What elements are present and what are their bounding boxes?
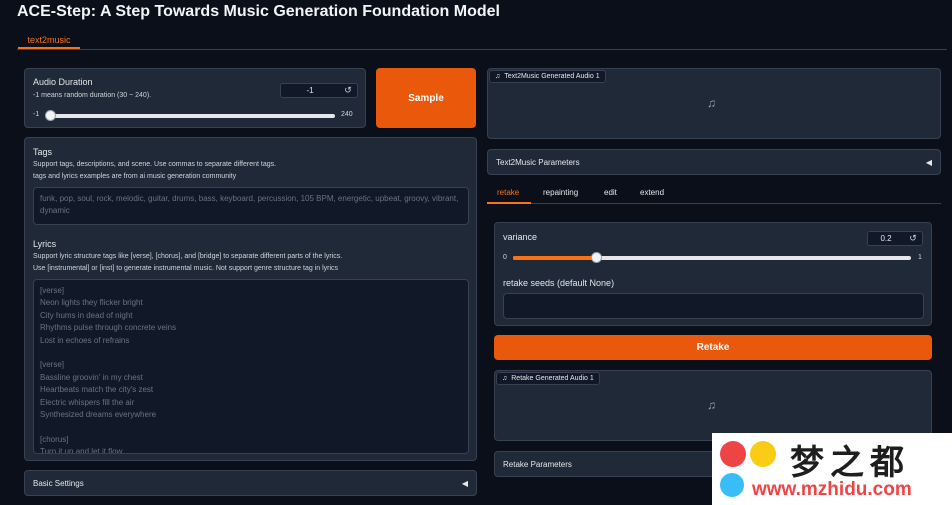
tags-lyrics-panel: Tags Support tags, descriptions, and sce…	[24, 137, 477, 461]
retake-seeds-label: retake seeds (default None)	[503, 278, 615, 288]
tab-extend[interactable]: extend	[640, 188, 664, 197]
basic-settings-label: Basic Settings	[33, 478, 84, 488]
watermark-url: www.mzhidu.com	[752, 479, 912, 500]
lyrics-input[interactable]: [verse] Neon lights they flicker bright …	[33, 279, 469, 454]
retake-options-panel: variance 0.2 ↺ 0 1 retake seeds (default…	[494, 222, 932, 326]
page-title: ACE-Step: A Step Towards Music Generatio…	[17, 3, 500, 20]
lyrics-info-2: Use [instrumental] or [inst] to generate…	[33, 265, 339, 272]
tab-divider	[17, 49, 947, 50]
audio-duration-slider-track[interactable]	[47, 114, 335, 118]
reset-icon[interactable]: ↺	[904, 233, 922, 244]
audio-duration-slider-thumb[interactable]	[45, 110, 56, 121]
variance-number-input[interactable]: 0.2 ↺	[867, 231, 923, 246]
tab-text2music[interactable]: text2music	[18, 33, 80, 49]
tags-label: Tags	[33, 147, 53, 157]
active-tab-underline	[487, 202, 531, 204]
text2music-parameters-accordion[interactable]: Text2Music Parameters ◀	[487, 149, 941, 175]
audio-duration-value: -1	[306, 86, 314, 95]
audio-duration-max: 240	[341, 111, 353, 118]
variance-min: 0	[503, 254, 507, 261]
variance-max: 1	[918, 254, 922, 261]
variance-label: variance	[503, 232, 538, 242]
watermark-red-face-icon	[720, 441, 746, 467]
retake-audio-label-text: Retake Generated Audio 1	[511, 375, 594, 382]
text2music-parameters-label: Text2Music Parameters	[496, 157, 580, 167]
variance-slider-fill	[513, 256, 593, 260]
audio-duration-info: -1 means random duration (30 ~ 240).	[33, 92, 152, 99]
retake-audio-label: ♫ Retake Generated Audio 1	[496, 372, 600, 385]
audio-duration-label: Audio Duration	[33, 77, 93, 87]
watermark: 梦之都 www.mzhidu.com	[712, 433, 952, 505]
audio-placeholder-icon: ♫	[707, 398, 716, 412]
generated-audio-panel: ♫ Text2Music Generated Audio 1 ♫	[487, 68, 941, 139]
audio-duration-number-input[interactable]: -1 ↺	[280, 83, 358, 98]
watermark-blue-face-icon	[720, 473, 744, 497]
collapse-triangle-icon: ◀	[925, 157, 932, 167]
audio-placeholder-icon: ♫	[707, 96, 716, 110]
variance-slider-thumb[interactable]	[591, 252, 602, 263]
lyrics-label: Lyrics	[33, 239, 57, 249]
sub-tab-divider	[531, 203, 941, 204]
tags-input[interactable]: funk, pop, soul, rock, melodic, guitar, …	[33, 187, 469, 225]
tab-edit[interactable]: edit	[604, 188, 617, 197]
retake-button[interactable]: Retake	[494, 335, 932, 360]
tab-repainting[interactable]: repainting	[543, 188, 578, 197]
retake-seeds-input[interactable]	[503, 293, 924, 319]
sample-button[interactable]: Sample	[376, 68, 476, 128]
retake-parameters-label: Retake Parameters	[503, 459, 572, 469]
watermark-brand-text: 梦之都	[790, 443, 910, 483]
variance-value: 0.2	[880, 234, 892, 243]
basic-settings-accordion[interactable]: Basic Settings ◀	[24, 470, 477, 496]
collapse-triangle-icon: ◀	[461, 478, 468, 488]
audio-duration-panel: Audio Duration -1 means random duration …	[24, 68, 366, 128]
watermark-yellow-face-icon	[750, 441, 776, 467]
music-note-icon: ♫	[502, 375, 508, 382]
generated-audio-label-text: Text2Music Generated Audio 1	[504, 73, 600, 80]
retake-audio-panel: ♫ Retake Generated Audio 1 ♫	[494, 370, 932, 441]
lyrics-info-1: Support lyric structure tags like [verse…	[33, 253, 343, 260]
generated-audio-label: ♫ Text2Music Generated Audio 1	[489, 70, 606, 83]
music-note-icon: ♫	[495, 73, 501, 80]
reset-icon[interactable]: ↺	[339, 85, 357, 96]
tags-info-1: Support tags, descriptions, and scene. U…	[33, 161, 277, 168]
audio-duration-min: -1	[33, 111, 40, 118]
tab-retake[interactable]: retake	[497, 188, 519, 197]
tags-info-2: tags and lyrics examples are from ai mus…	[33, 173, 237, 180]
